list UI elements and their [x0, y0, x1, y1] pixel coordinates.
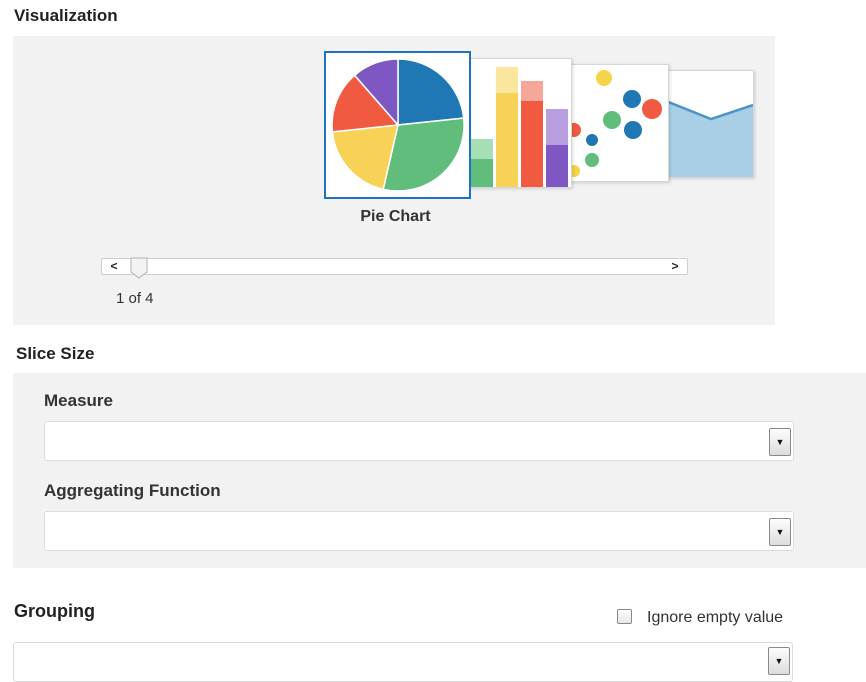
aggregating-function-select[interactable]: ▼: [44, 511, 794, 551]
chevron-down-icon[interactable]: ▼: [769, 518, 791, 546]
ignore-empty-value-checkbox[interactable]: [617, 609, 632, 624]
chevron-down-icon[interactable]: ▼: [769, 428, 791, 456]
scroll-right-icon[interactable]: >: [667, 259, 683, 274]
ignore-empty-value-label[interactable]: Ignore empty value: [647, 609, 783, 627]
bar-chart-icon: [471, 67, 568, 187]
visualization-scrollbar[interactable]: < >: [101, 258, 688, 275]
area-chart-icon: [656, 95, 753, 177]
scatter-chart-option[interactable]: [561, 64, 669, 182]
visualization-title: Visualization: [14, 6, 118, 25]
area-chart-option[interactable]: [655, 70, 754, 178]
measure-label: Measure: [44, 391, 113, 410]
bar-chart-option[interactable]: [466, 58, 572, 188]
chevron-down-icon[interactable]: ▼: [768, 647, 790, 675]
selected-visualization-label: Pie Chart: [360, 208, 431, 225]
aggregating-function-label: Aggregating Function: [44, 481, 221, 500]
scroll-thumb-handle[interactable]: [130, 257, 148, 279]
slice-size-title: Slice Size: [16, 344, 95, 363]
grouping-title: Grouping: [14, 601, 95, 621]
pie-chart-icon: [331, 58, 465, 192]
page-indicator: 1 of 4: [116, 290, 154, 307]
scroll-left-icon[interactable]: <: [106, 259, 122, 274]
pie-chart-option[interactable]: [324, 51, 471, 199]
scatter-chart-icon: [567, 70, 662, 177]
grouping-select[interactable]: ▼: [13, 642, 793, 682]
measure-select[interactable]: ▼: [44, 421, 794, 461]
